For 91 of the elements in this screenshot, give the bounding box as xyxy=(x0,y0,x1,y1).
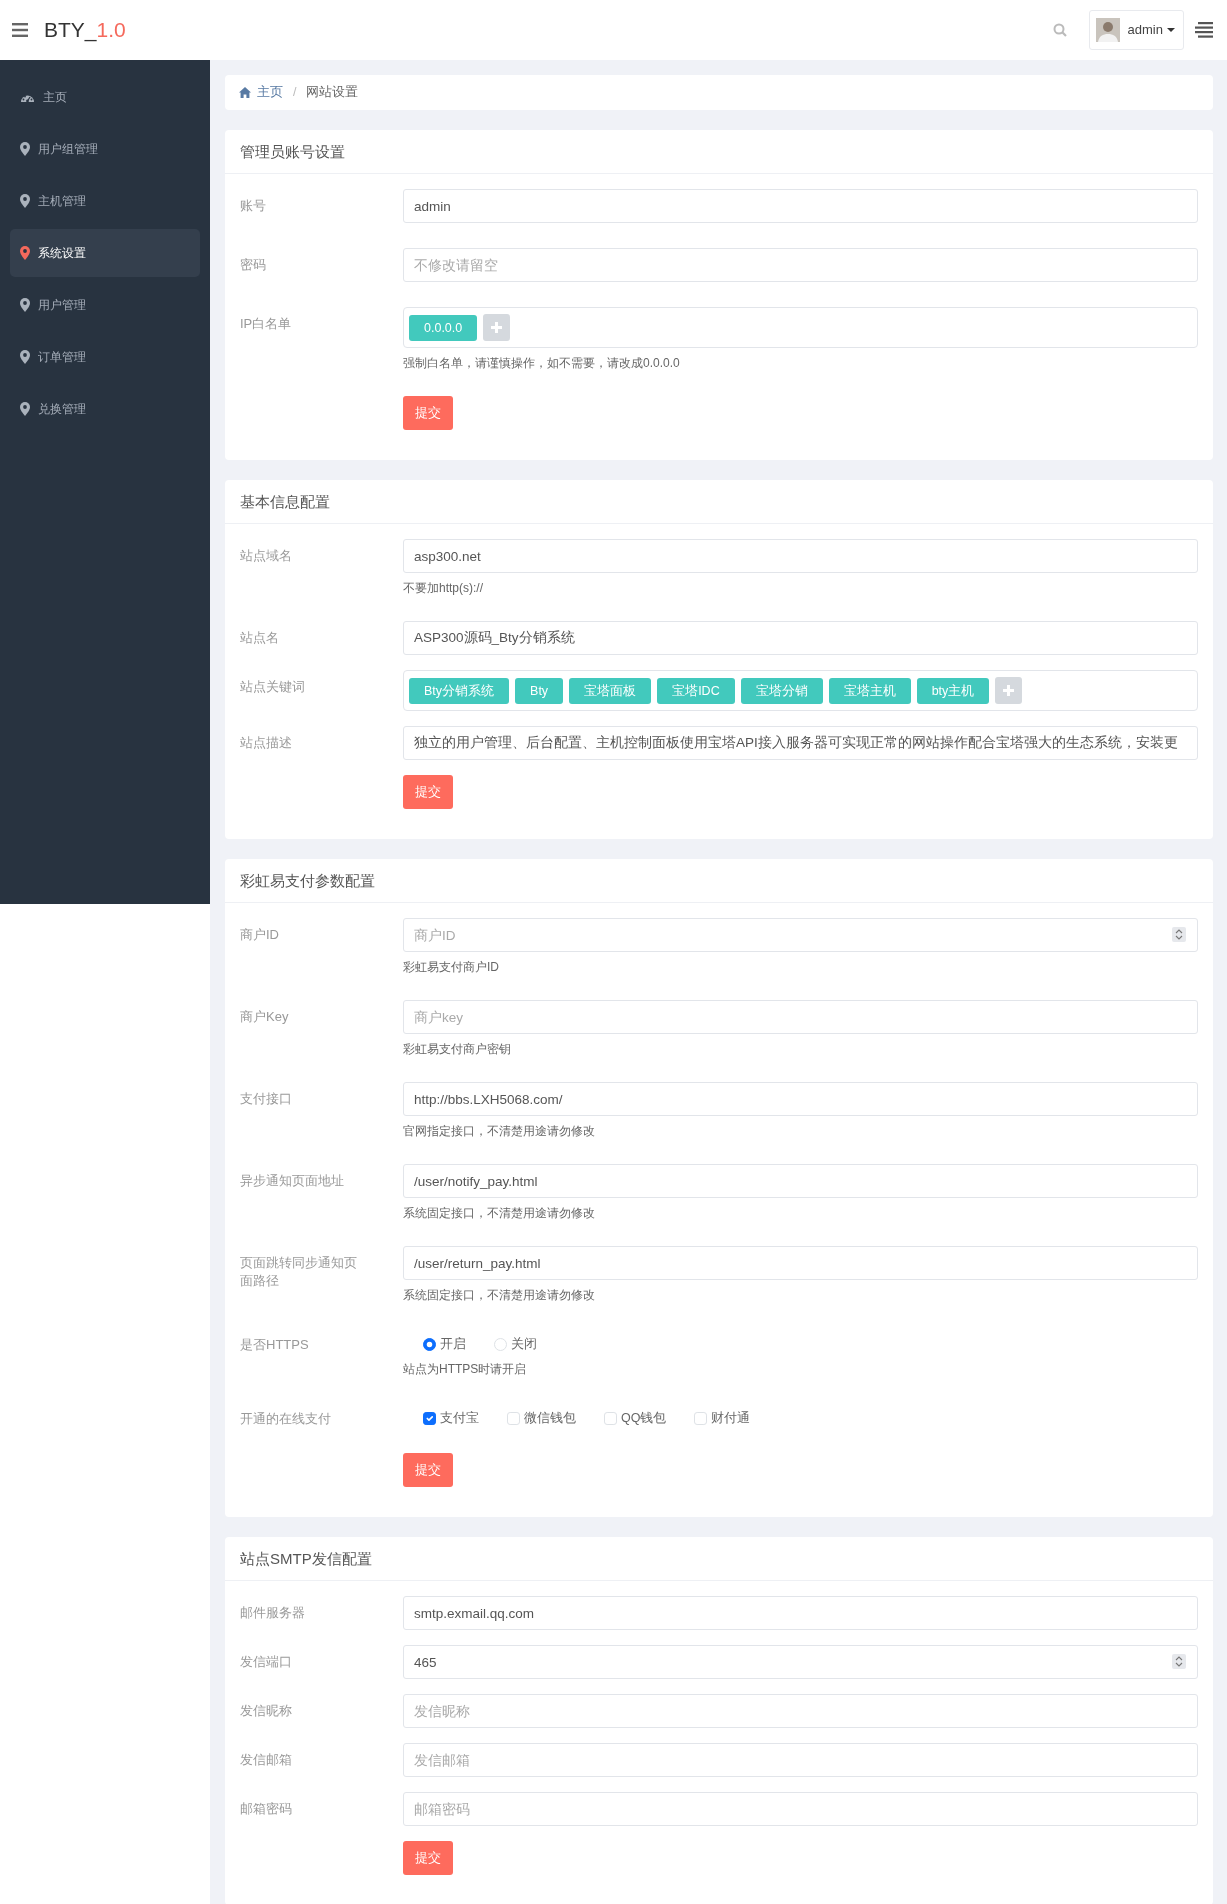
pin-icon xyxy=(20,298,30,312)
checkbox[interactable] xyxy=(423,1411,436,1425)
field-label: 开通的在线支付 xyxy=(240,1410,332,1428)
field-label: 邮件服务器 xyxy=(240,1604,306,1622)
tag: Bty分销系统 xyxy=(409,677,510,704)
pin-icon xyxy=(20,350,30,364)
sidebar-item[interactable]: 系统设置 xyxy=(10,229,200,277)
help-text: 强制白名单，请谨慎操作，如不需要，请改成0.0.0.0 xyxy=(403,355,681,372)
input-field[interactable]: 发信邮箱 xyxy=(403,1743,1198,1777)
field-label: 密码 xyxy=(240,256,267,274)
card-title: 基本信息配置 xyxy=(225,480,1213,524)
spinner-icon[interactable] xyxy=(1172,1654,1186,1669)
field-label: IP白名单 xyxy=(240,315,293,333)
field-label: 发信端口 xyxy=(240,1653,293,1671)
sidebar-item[interactable]: 主机管理 xyxy=(10,177,200,225)
sidebar-item[interactable]: 兑换管理 xyxy=(10,385,200,433)
search-icon[interactable] xyxy=(1052,23,1067,37)
sidebar-item[interactable]: 主页 xyxy=(10,73,200,121)
input-field[interactable]: http://bbs.LXH5068.com/ xyxy=(403,1082,1198,1116)
option-label[interactable]: 支付宝 xyxy=(440,1408,479,1428)
input-field[interactable]: 465 xyxy=(403,1645,1198,1679)
input-field[interactable]: 邮箱密码 xyxy=(403,1792,1198,1826)
tag: 宝塔面板 xyxy=(569,677,652,704)
field-label: 发信邮箱 xyxy=(240,1751,293,1769)
field-label: 异步通知页面地址 xyxy=(240,1172,345,1190)
input-field[interactable]: asp300.net xyxy=(403,539,1198,573)
field-label: 站点描述 xyxy=(240,734,293,752)
sidebar-item[interactable]: 用户组管理 xyxy=(10,125,200,173)
option-label[interactable]: 开启 xyxy=(440,1334,466,1354)
menu-icon[interactable] xyxy=(12,22,28,38)
field-label: 页面跳转同步通知页面路径 xyxy=(240,1254,358,1290)
plus-icon xyxy=(491,322,503,333)
field-label: 支付接口 xyxy=(240,1090,293,1108)
plus-icon xyxy=(1003,685,1015,696)
breadcrumb-separator: / xyxy=(292,84,298,102)
input-field[interactable]: 不修改请留空 xyxy=(403,248,1198,282)
field-label: 站点域名 xyxy=(240,547,293,565)
list-icon[interactable] xyxy=(1195,22,1213,38)
field-label: 发信昵称 xyxy=(240,1702,293,1720)
tag: bty主机 xyxy=(916,677,990,704)
option-label[interactable]: 微信钱包 xyxy=(524,1408,576,1428)
input-field[interactable]: smtp.exmail.qq.com xyxy=(403,1596,1198,1630)
tag: 宝塔分销 xyxy=(740,677,823,704)
input-field[interactable]: ASP300源码_Bty分销系统 xyxy=(403,621,1198,655)
tag: 0.0.0.0 xyxy=(409,314,478,341)
breadcrumb-link[interactable]: 主页 xyxy=(257,83,283,102)
card-title: 管理员账号设置 xyxy=(225,130,1213,174)
card-title: 站点SMTP发信配置 xyxy=(225,1537,1213,1581)
sidebar-item[interactable]: 用户管理 xyxy=(10,281,200,329)
field-label: 是否HTTPS xyxy=(240,1336,310,1354)
help-text: 官网指定接口，不清楚用途请勿修改 xyxy=(403,1123,596,1140)
home-icon[interactable] xyxy=(239,87,251,98)
radio-button[interactable] xyxy=(423,1337,436,1351)
field-label: 站点名 xyxy=(240,629,280,647)
field-label: 商户ID xyxy=(240,926,280,944)
avatar-icon xyxy=(1095,18,1120,42)
help-text: 系统固定接口，不清楚用途请勿修改 xyxy=(403,1287,596,1304)
breadcrumb-current: 网站设置 xyxy=(306,84,359,102)
pin-icon xyxy=(20,246,30,260)
user-menu[interactable]: admin xyxy=(1088,10,1184,50)
tag: 宝塔主机 xyxy=(828,677,911,704)
option-label[interactable]: 关闭 xyxy=(511,1334,537,1354)
option-label[interactable]: 财付通 xyxy=(711,1408,751,1428)
sidebar-item[interactable]: 订单管理 xyxy=(10,333,200,381)
help-text: 彩虹易支付商户密钥 xyxy=(403,1041,512,1058)
brand-name: BTY_ xyxy=(44,17,97,44)
pin-icon xyxy=(20,142,30,156)
spinner-icon[interactable] xyxy=(1172,927,1186,942)
pin-icon xyxy=(20,194,30,208)
tag: 宝塔IDC xyxy=(657,677,735,704)
option-label[interactable]: QQ钱包 xyxy=(621,1408,667,1428)
help-text: 不要加http(s):// xyxy=(403,580,484,597)
field-label: 账号 xyxy=(240,197,267,215)
caret-icon xyxy=(1167,28,1175,32)
field-label: 商户Key xyxy=(240,1008,290,1026)
pin-icon xyxy=(20,402,30,416)
input-field[interactable]: admin xyxy=(403,189,1198,223)
field-label: 邮箱密码 xyxy=(240,1800,293,1818)
input-field[interactable]: 商户ID xyxy=(403,918,1198,952)
help-text: 彩虹易支付商户ID xyxy=(403,959,500,976)
card-title: 彩虹易支付参数配置 xyxy=(225,859,1213,903)
input-field[interactable]: /user/notify_pay.html xyxy=(403,1164,1198,1198)
version-label: 1.0 xyxy=(96,17,126,44)
input-field[interactable]: 商户key xyxy=(403,1000,1198,1034)
input-field[interactable]: /user/return_pay.html xyxy=(403,1246,1198,1280)
help-text: 系统固定接口，不清楚用途请勿修改 xyxy=(403,1205,596,1222)
help-text: 站点为HTTPS时请开启 xyxy=(403,1361,528,1378)
input-field[interactable]: 发信昵称 xyxy=(403,1694,1198,1728)
field-label: 站点关键词 xyxy=(240,678,306,696)
tag: Bty xyxy=(515,677,564,704)
input-field[interactable]: 独立的用户管理、后台配置、主机控制面板使用宝塔API接入服务器可实现正常的网站操作配合宝塔强大的生态系统，安装更 xyxy=(403,726,1198,760)
